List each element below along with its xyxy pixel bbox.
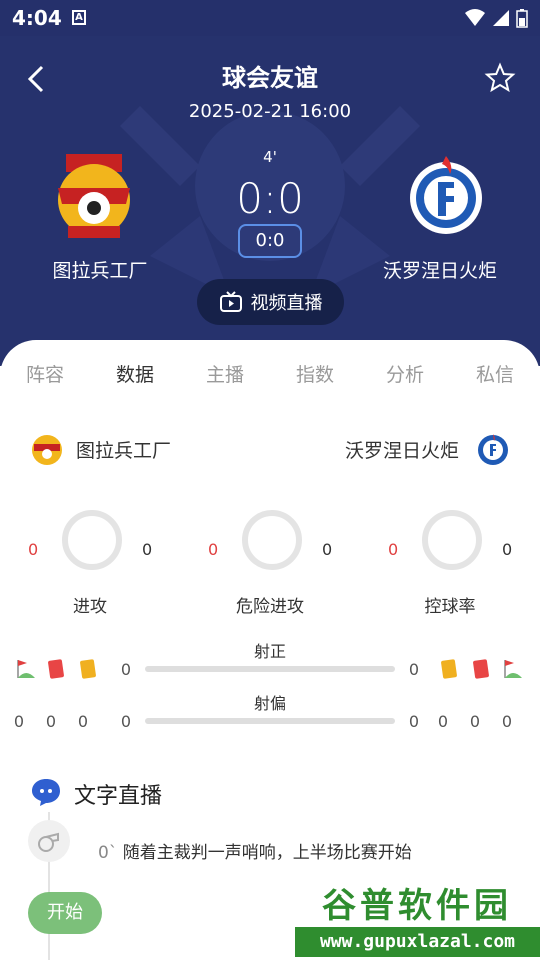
tab-lineup[interactable]: 阵容 <box>5 360 85 387</box>
match-score: 0:0 <box>236 174 304 223</box>
video-live-button[interactable]: 视频直播 <box>197 279 344 325</box>
chat-bubble-icon <box>32 779 60 806</box>
attack-ring <box>62 510 122 570</box>
stats-teams-row: 图拉兵工厂 沃罗涅日火炬 <box>0 432 540 472</box>
corner-flag-icon <box>17 660 35 678</box>
home-red-cards-count: 0 <box>45 712 57 731</box>
tab-messages[interactable]: 私信 <box>455 360 535 387</box>
red-card-icon <box>48 659 64 679</box>
shots-off-target-label: 射偏 <box>253 694 286 713</box>
stat-possession: 0 0 控球率 <box>360 508 540 618</box>
dangerous-attack-ring <box>242 510 302 570</box>
away-team-name: 沃罗涅日火炬 <box>382 260 497 282</box>
video-live-label: 视频直播 <box>250 293 323 314</box>
possession-label: 控球率 <box>424 597 476 617</box>
tab-index[interactable]: 指数 <box>275 360 355 387</box>
whistle-icon <box>28 820 70 862</box>
shots-off-target-away: 0 <box>408 712 420 731</box>
attack-home-value: 0 <box>28 540 39 559</box>
notification-icon: A <box>72 10 86 25</box>
shots-on-target-row: 射正 0 0 <box>0 638 540 679</box>
site-watermark: 谷普软件园 www.gupuxlazal.com <box>295 875 540 960</box>
text-live-title: 文字直播 <box>74 784 163 809</box>
tab-analysis[interactable]: 分析 <box>365 360 445 387</box>
dangerous-attack-label: 危险进攻 <box>236 597 304 617</box>
live-event: 0` 随着主裁判一声哨响，上半场比赛开始 <box>98 838 412 863</box>
yellow-card-icon <box>441 659 457 679</box>
away-yellow-cards-count: 0 <box>437 712 449 731</box>
wifi-icon <box>465 9 485 26</box>
tv-icon <box>219 291 242 312</box>
red-card-icon <box>473 659 489 679</box>
away-red-cards-count: 0 <box>469 712 481 731</box>
home-corners-count: 0 <box>13 712 25 731</box>
possession-home-value: 0 <box>388 540 399 559</box>
attack-away-value: 0 <box>142 540 153 559</box>
tab-bar: 阵容 数据 主播 指数 分析 私信 <box>0 360 540 396</box>
away-team-small-logo <box>478 434 508 465</box>
yellow-card-icon <box>80 659 96 679</box>
shots-on-target-bar <box>145 666 395 672</box>
status-time: 4:04 <box>12 6 62 30</box>
star-favorite-icon[interactable] <box>484 62 516 94</box>
shots-on-target-away: 0 <box>408 660 420 679</box>
shots-off-target-row: 射偏 0 0 0 0 0 0 0 0 <box>0 690 540 731</box>
watermark-title: 谷普软件园 <box>322 885 512 926</box>
stat-attack: 0 0 进攻 <box>0 508 180 618</box>
dangerous-attack-away-value: 0 <box>322 540 333 559</box>
half-time-score: 0:0 <box>238 224 302 258</box>
home-team-small-logo <box>32 435 62 465</box>
signal-icon <box>493 10 509 26</box>
possession-ring <box>422 510 482 570</box>
shots-off-target-home: 0 <box>120 712 132 731</box>
home-team-name-small: 图拉兵工厂 <box>76 440 172 462</box>
corner-flag-icon <box>504 660 522 678</box>
away-corners-count: 0 <box>501 712 513 731</box>
live-event-minute: 0` <box>98 843 118 863</box>
attack-label: 进攻 <box>73 597 107 617</box>
status-bar: 4:04 A <box>0 0 540 36</box>
shots-off-target-bar <box>145 718 395 724</box>
home-yellow-cards-count: 0 <box>77 712 89 731</box>
content-panel: 阵容 数据 主播 指数 分析 私信 图拉兵工厂 沃罗涅日火炬 0 0 进攻 0 … <box>0 340 540 960</box>
match-minute: 4' <box>263 148 277 166</box>
match-title: 球会友谊 <box>222 64 318 92</box>
match-header: 球会友谊 2025-02-21 16:00 4' 0:0 0:0 图拉兵工厂 沃… <box>0 36 540 366</box>
tab-anchor[interactable]: 主播 <box>185 360 265 387</box>
possession-away-value: 0 <box>502 540 513 559</box>
status-icons <box>464 8 528 28</box>
stat-dangerous-attack: 0 0 危险进攻 <box>180 508 360 618</box>
live-event-text: 随着主裁判一声哨响，上半场比赛开始 <box>122 843 412 863</box>
dangerous-attack-home-value: 0 <box>208 540 219 559</box>
tab-data[interactable]: 数据 <box>95 360 175 387</box>
match-datetime: 2025-02-21 16:00 <box>188 101 352 122</box>
start-button[interactable]: 开始 <box>28 892 102 934</box>
away-team-name-small: 沃罗涅日火炬 <box>345 440 460 462</box>
battery-icon <box>516 9 528 28</box>
home-team-name: 图拉兵工厂 <box>52 260 148 282</box>
watermark-url: www.gupuxlazal.com <box>295 927 540 957</box>
shots-on-target-home: 0 <box>120 660 132 679</box>
